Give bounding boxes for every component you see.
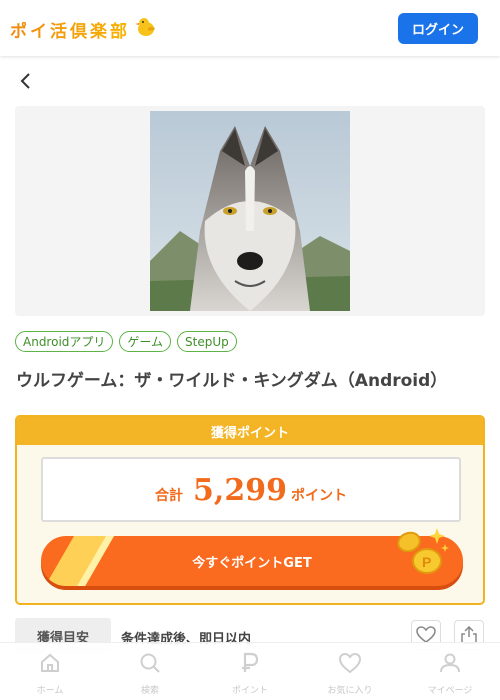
coins-icon: P [393, 524, 451, 580]
offer-image-area [15, 106, 485, 316]
points-panel-header: 獲得ポイント [17, 417, 483, 445]
total-label: 合計 [155, 488, 184, 504]
nav-label-search: 検索 [140, 686, 159, 696]
heart-icon [338, 651, 362, 675]
back-button[interactable] [14, 70, 36, 92]
category-tags: Androidアプリ ゲーム StepUp [15, 331, 237, 352]
svg-text:P: P [422, 554, 431, 570]
logo-text: ポイ活倶楽部 [10, 17, 130, 42]
nav-item-mypage[interactable]: マイページ [400, 643, 500, 700]
nav-item-favorites[interactable]: お気に入り [300, 643, 400, 700]
offer-title: ウルフゲーム：ザ・ワイルド・キングダム（Android） [16, 371, 448, 391]
tag-android-app[interactable]: Androidアプリ [15, 331, 114, 352]
get-points-label: 今すぐポイントGET [192, 555, 312, 571]
total-points-value: 5,299 [193, 473, 287, 508]
wolf-game-app-icon [150, 111, 350, 311]
search-icon [138, 651, 162, 675]
chevron-left-icon [20, 73, 30, 89]
home-icon [38, 651, 62, 675]
nav-item-points[interactable]: ポイント [200, 643, 300, 700]
login-button[interactable]: ログイン [398, 13, 478, 44]
nav-label-favorites: お気に入り [327, 686, 373, 696]
points-panel: 獲得ポイント 合計 5,299 ポイント 今すぐポイントGET P [15, 415, 485, 605]
chick-icon [134, 15, 158, 44]
app-header: ポイ活倶楽部 ログイン [0, 0, 500, 56]
tag-stepup[interactable]: StepUp [177, 331, 237, 352]
nav-label-home: ホーム [36, 686, 64, 696]
user-icon [438, 651, 462, 675]
nav-item-home[interactable]: ホーム [0, 643, 100, 700]
nav-item-search[interactable]: 検索 [100, 643, 200, 700]
bottom-navigation: ホーム 検索 ポイント お気に入り マイページ [0, 642, 500, 700]
point-icon [238, 651, 262, 675]
total-points-box: 合計 5,299 ポイント [41, 457, 461, 522]
tag-game[interactable]: ゲーム [119, 331, 172, 352]
nav-label-points: ポイント [231, 686, 268, 696]
site-logo[interactable]: ポイ活倶楽部 [10, 15, 158, 44]
nav-label-mypage: マイページ [427, 686, 473, 696]
points-unit: ポイント [290, 488, 347, 504]
